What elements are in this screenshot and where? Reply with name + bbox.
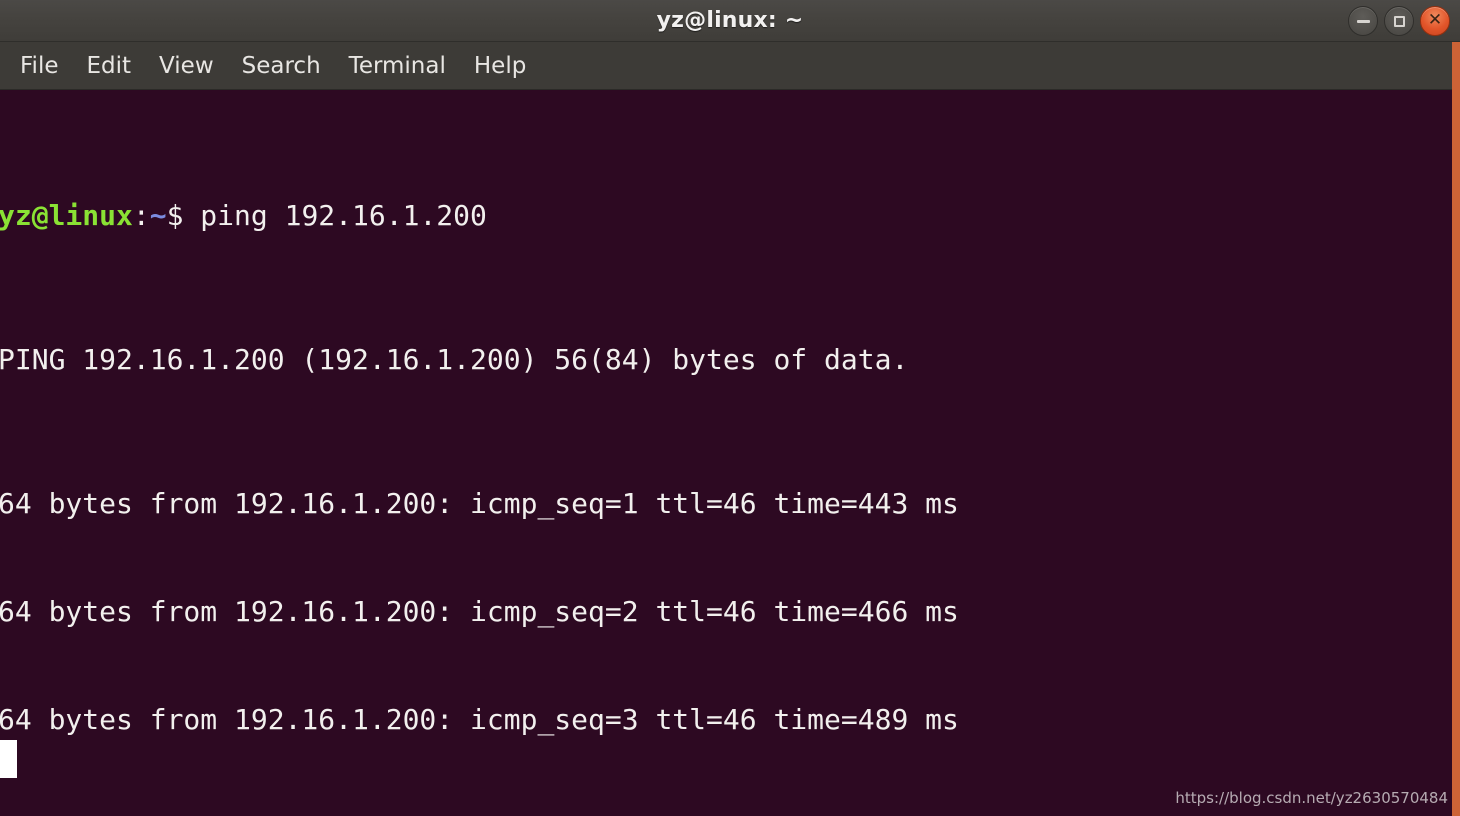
menu-item-file[interactable]: File [6, 51, 73, 81]
watermark-text: https://blog.csdn.net/yz2630570484 [1175, 789, 1448, 807]
minimize-button[interactable] [1348, 6, 1378, 36]
ping-reply-line: 64 bytes from 192.16.1.200: icmp_seq=4 t… [0, 810, 976, 816]
menu-item-edit[interactable]: Edit [73, 51, 146, 81]
minimize-icon [1356, 19, 1370, 23]
terminal-prompt-line: yz@linux:~$ ping 192.16.1.200 [0, 198, 976, 234]
ping-reply-line: 64 bytes from 192.16.1.200: icmp_seq=3 t… [0, 703, 959, 736]
menu-item-help[interactable]: Help [460, 51, 540, 81]
window-right-border [1452, 42, 1460, 816]
terminal-output-area[interactable]: yz@linux:~$ ping 192.16.1.200 PING 192.1… [0, 90, 1452, 816]
ping-reply-line: 64 bytes from 192.16.1.200: icmp_seq=1 t… [0, 487, 959, 520]
ping-reply-line: 64 bytes from 192.16.1.200: icmp_seq=2 t… [0, 595, 959, 628]
menu-item-view[interactable]: View [145, 51, 228, 81]
menu-item-terminal[interactable]: Terminal [335, 51, 460, 81]
close-icon: ✕ [1427, 10, 1443, 30]
menu-item-search[interactable]: Search [228, 51, 335, 81]
prompt-user-host: yz@linux [0, 199, 133, 232]
close-button[interactable]: ✕ [1420, 6, 1450, 36]
prompt-colon: : [132, 199, 150, 232]
title-bar: yz@linux: ~ ✕ [0, 0, 1460, 42]
terminal-cursor [0, 740, 17, 778]
maximize-button[interactable] [1384, 6, 1414, 36]
terminal-window: yz@linux: ~ ✕ File Edit View Search Term… [0, 0, 1460, 816]
ping-header-line: PING 192.16.1.200 (192.16.1.200) 56(84) … [0, 343, 909, 376]
window-controls: ✕ [1348, 0, 1450, 42]
prompt-path: ~ [149, 199, 167, 232]
maximize-icon [1393, 15, 1405, 27]
window-title: yz@linux: ~ [656, 8, 804, 33]
menu-bar: File Edit View Search Terminal Help [0, 42, 1460, 90]
prompt-sigil: $ [166, 199, 184, 232]
prompt-command: ping 192.16.1.200 [183, 199, 487, 232]
terminal-lines: yz@linux:~$ ping 192.16.1.200 PING 192.1… [0, 90, 976, 816]
